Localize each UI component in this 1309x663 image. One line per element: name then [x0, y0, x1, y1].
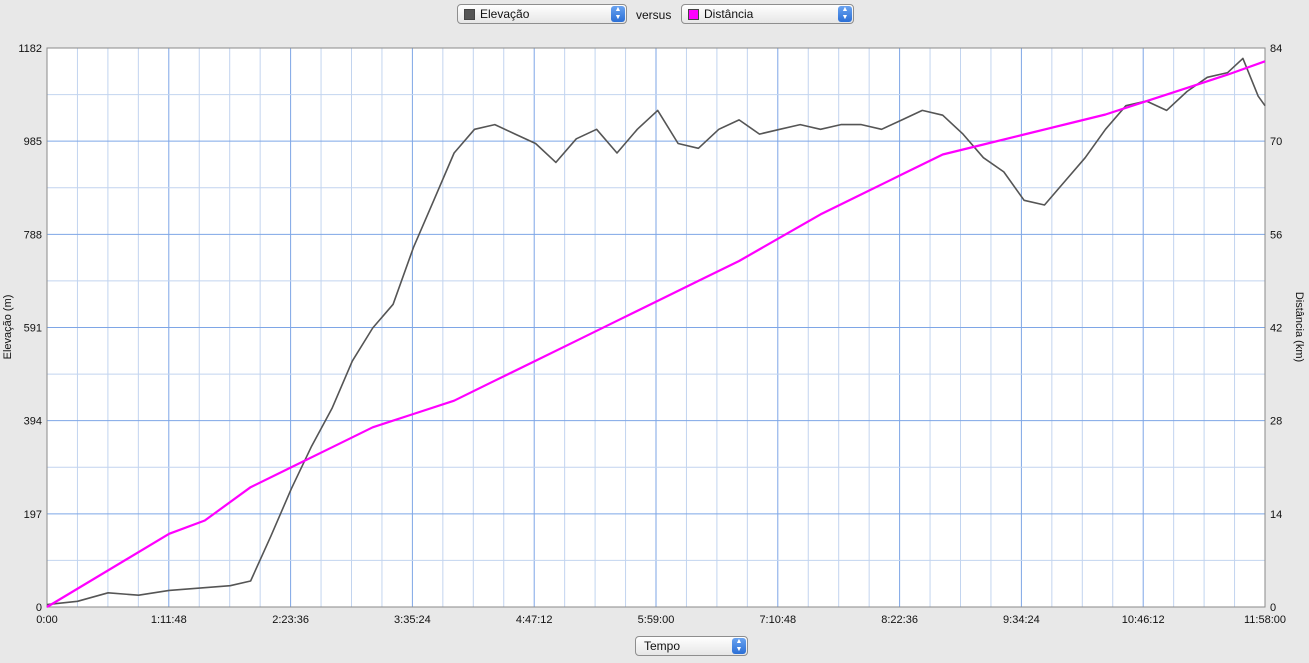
x-tick-label: 1:11:48 — [151, 614, 187, 626]
y-right-tick-label: 70 — [1270, 136, 1282, 148]
y-left-tick-label: 394 — [24, 416, 42, 428]
y-left-axis-label: Elevação (m) — [2, 295, 14, 360]
y-left-tick-label: 591 — [24, 323, 42, 335]
y-right-axis-label: Distância (km) — [1293, 292, 1305, 362]
y-left-tick-label: 0 — [36, 602, 42, 614]
y-right-tick-label: 42 — [1270, 323, 1282, 335]
y-left-tick-label: 1182 — [18, 43, 42, 55]
x-tick-label: 4:47:12 — [516, 614, 553, 626]
x-tick-label: 7:10:48 — [759, 614, 796, 626]
y-left-tick-label: 985 — [24, 136, 42, 148]
y-right-tick-label: 84 — [1270, 43, 1282, 55]
y-right-tick-label: 0 — [1270, 602, 1276, 614]
x-tick-label: 2:23:36 — [272, 614, 309, 626]
y-right-tick-label: 28 — [1270, 416, 1282, 428]
x-tick-label: 3:35:24 — [394, 614, 431, 626]
y-left-tick-label: 788 — [24, 229, 42, 241]
x-tick-label: 10:46:12 — [1122, 614, 1165, 626]
grid — [46, 47, 1266, 608]
x-tick-label: 0:00 — [36, 614, 57, 626]
x-tick-label: 9:34:24 — [1003, 614, 1040, 626]
x-tick-label: 8:22:36 — [881, 614, 918, 626]
y-left-tick-label: 197 — [24, 509, 42, 521]
elevation-distance-chart: 0:00 1:11:48 2:23:36 3:35:24 4:47:12 5:59:00 7… — [2, 43, 1305, 626]
y-right-tick-label: 14 — [1270, 509, 1282, 521]
x-tick-label: 11:58:00 — [1244, 614, 1286, 626]
x-tick-label: 5:59:00 — [638, 614, 675, 626]
y-right-tick-label: 56 — [1270, 229, 1282, 241]
